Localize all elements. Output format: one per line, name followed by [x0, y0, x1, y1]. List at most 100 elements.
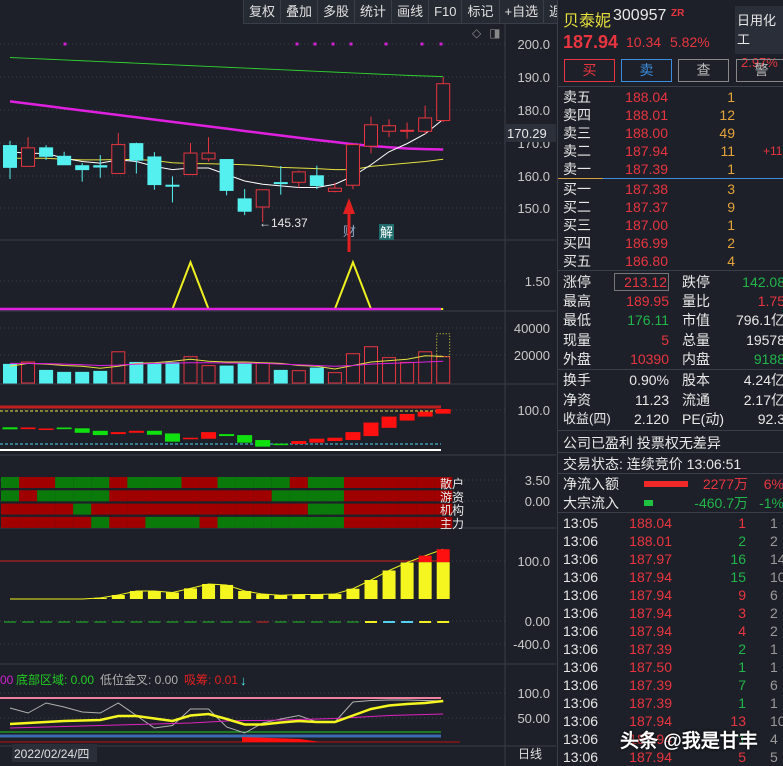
sector-box[interactable]: 日用化工 2.97%: [735, 6, 783, 70]
bid-row[interactable]: 买三 187.00 1: [558, 216, 783, 234]
stripe-cell: [380, 477, 399, 488]
tick-volume: 2: [738, 533, 746, 549]
stripe-cell: [271, 516, 290, 528]
flow-bar: [328, 594, 342, 599]
legend-low-golden-cross: 低位金叉: 0.00: [100, 672, 178, 687]
period-label[interactable]: 日线: [518, 747, 542, 761]
bid-row[interactable]: 买五 186.80 4: [558, 252, 783, 270]
f10-button[interactable]: F10: [428, 0, 461, 24]
buy-button[interactable]: 买: [564, 59, 615, 82]
ask-row[interactable]: 卖一 187.39 1: [558, 160, 783, 178]
volume-bar: [237, 363, 252, 384]
bid-volume: 1: [727, 217, 735, 233]
stat-row: 现量 5 总量 19578: [558, 331, 783, 349]
divider: [558, 369, 783, 370]
tick-price: 187.94: [629, 569, 672, 585]
strength-bar: [183, 437, 198, 440]
flow-bar: [274, 595, 288, 599]
candle-up: [111, 144, 126, 175]
volume-bar: [147, 363, 162, 384]
tick-volume: 7: [738, 677, 746, 693]
ask-row[interactable]: 卖二 187.94 11 +11: [558, 142, 783, 160]
stat-row: 最高 189.95 量比 1.75: [558, 292, 783, 310]
stripe-cell: [37, 490, 56, 502]
stripe-cell: [163, 490, 182, 502]
multi-stock-button[interactable]: 多股: [317, 0, 354, 24]
bid-row[interactable]: 买一 187.38 3: [558, 180, 783, 198]
restore-rights-button[interactable]: 复权: [243, 0, 280, 24]
candle-down: [129, 143, 144, 161]
stat-label: 跌停: [682, 274, 710, 290]
stripe-cell: [416, 516, 435, 528]
statistics-button[interactable]: 统计: [354, 0, 391, 24]
candle-up: [183, 152, 198, 176]
stripe-cell: [235, 477, 254, 488]
stat-value: 10390: [630, 350, 669, 367]
overlay-button[interactable]: 叠加: [280, 0, 317, 24]
stripe-cell: [19, 503, 38, 515]
kline-chart[interactable]: 200.0 190.0 180.0 170.0 160.0 150.0 1.50…: [0, 0, 556, 766]
unlock-marker[interactable]: 解: [380, 225, 393, 240]
tick-price: 187.50: [629, 659, 672, 675]
stripe-cell: [127, 490, 146, 502]
bid-row[interactable]: 买二 187.37 9: [558, 198, 783, 216]
stat-label: 收益(四): [563, 411, 611, 426]
fund-flow-row: 净流入额 2277万 6%: [558, 475, 783, 493]
volume-bar: [129, 361, 144, 384]
tick-count: 1: [770, 659, 778, 675]
flow-bar: [310, 594, 324, 599]
panel-toggle-icon[interactable]: ◨: [489, 26, 500, 40]
trade-status: 交易状态: 连续竞价 13:06:51: [563, 456, 742, 472]
stock-code: 300957: [613, 7, 667, 24]
signal-dot: [384, 42, 388, 46]
stripe-cell: [325, 477, 344, 488]
mark-button[interactable]: 标记: [461, 0, 498, 24]
ask-row[interactable]: 卖五 188.04 1: [558, 88, 783, 106]
candle-down: [147, 156, 162, 186]
stat-value: 142.08: [742, 274, 783, 290]
bid-row[interactable]: 买四 186.99 2: [558, 234, 783, 252]
candle-up: [345, 144, 360, 186]
stat-row: 涨停 213.12 跌停 142.08: [558, 273, 783, 291]
stripe-cell: [1, 503, 20, 515]
stripe-cell: [199, 516, 218, 528]
flow-pct: -1%: [759, 495, 783, 511]
diamond-icon[interactable]: ◇: [472, 26, 481, 40]
axis-tick-label: 150.0: [517, 201, 550, 216]
stripe-cell: [109, 477, 128, 488]
plot-area: 散户游资机构主力: [0, 42, 464, 743]
stat-row: 外盘 10390 内盘 9188: [558, 350, 783, 368]
add-watchlist-button[interactable]: +自选: [498, 0, 544, 24]
query-button[interactable]: 查: [678, 59, 729, 82]
tick-count: 10: [770, 569, 783, 585]
ask-volume: 1: [727, 89, 735, 105]
tick-count: 1: [770, 695, 778, 711]
candle-up: [255, 189, 270, 208]
stripe-cell: [362, 477, 381, 488]
signal-dot: [349, 42, 353, 46]
ask-row[interactable]: 卖四 188.01 12: [558, 106, 783, 124]
ask-row[interactable]: 卖三 188.00 49: [558, 124, 783, 142]
stat-row: 收益(四) 2.120 PE(动) 92.3: [558, 410, 783, 428]
candle-down: [57, 155, 72, 166]
tick-count: 6: [770, 677, 778, 693]
flow-bar: [129, 591, 143, 599]
volume-bar: [436, 356, 451, 384]
flow-bar: [184, 588, 197, 599]
strength-bar: [219, 434, 235, 437]
stripe-cell: [362, 503, 381, 515]
flow-bar: [436, 562, 450, 599]
stripe-cell: [253, 490, 272, 502]
sell-button[interactable]: 卖: [621, 59, 672, 82]
candle-up: [400, 129, 415, 132]
strength-bar: [92, 430, 108, 436]
stripe-cell: [398, 477, 417, 488]
ma-long-line: [9, 100, 444, 151]
alert-button[interactable]: 警: [736, 59, 783, 82]
stripe-cell: [109, 516, 128, 528]
stripe-cell: [199, 503, 218, 515]
draw-line-button[interactable]: 画线: [391, 0, 428, 24]
stripe-cell: [343, 477, 363, 488]
ask-label: 卖一: [563, 161, 591, 177]
tick-row: 13:06 187.94 3 2: [558, 604, 783, 622]
